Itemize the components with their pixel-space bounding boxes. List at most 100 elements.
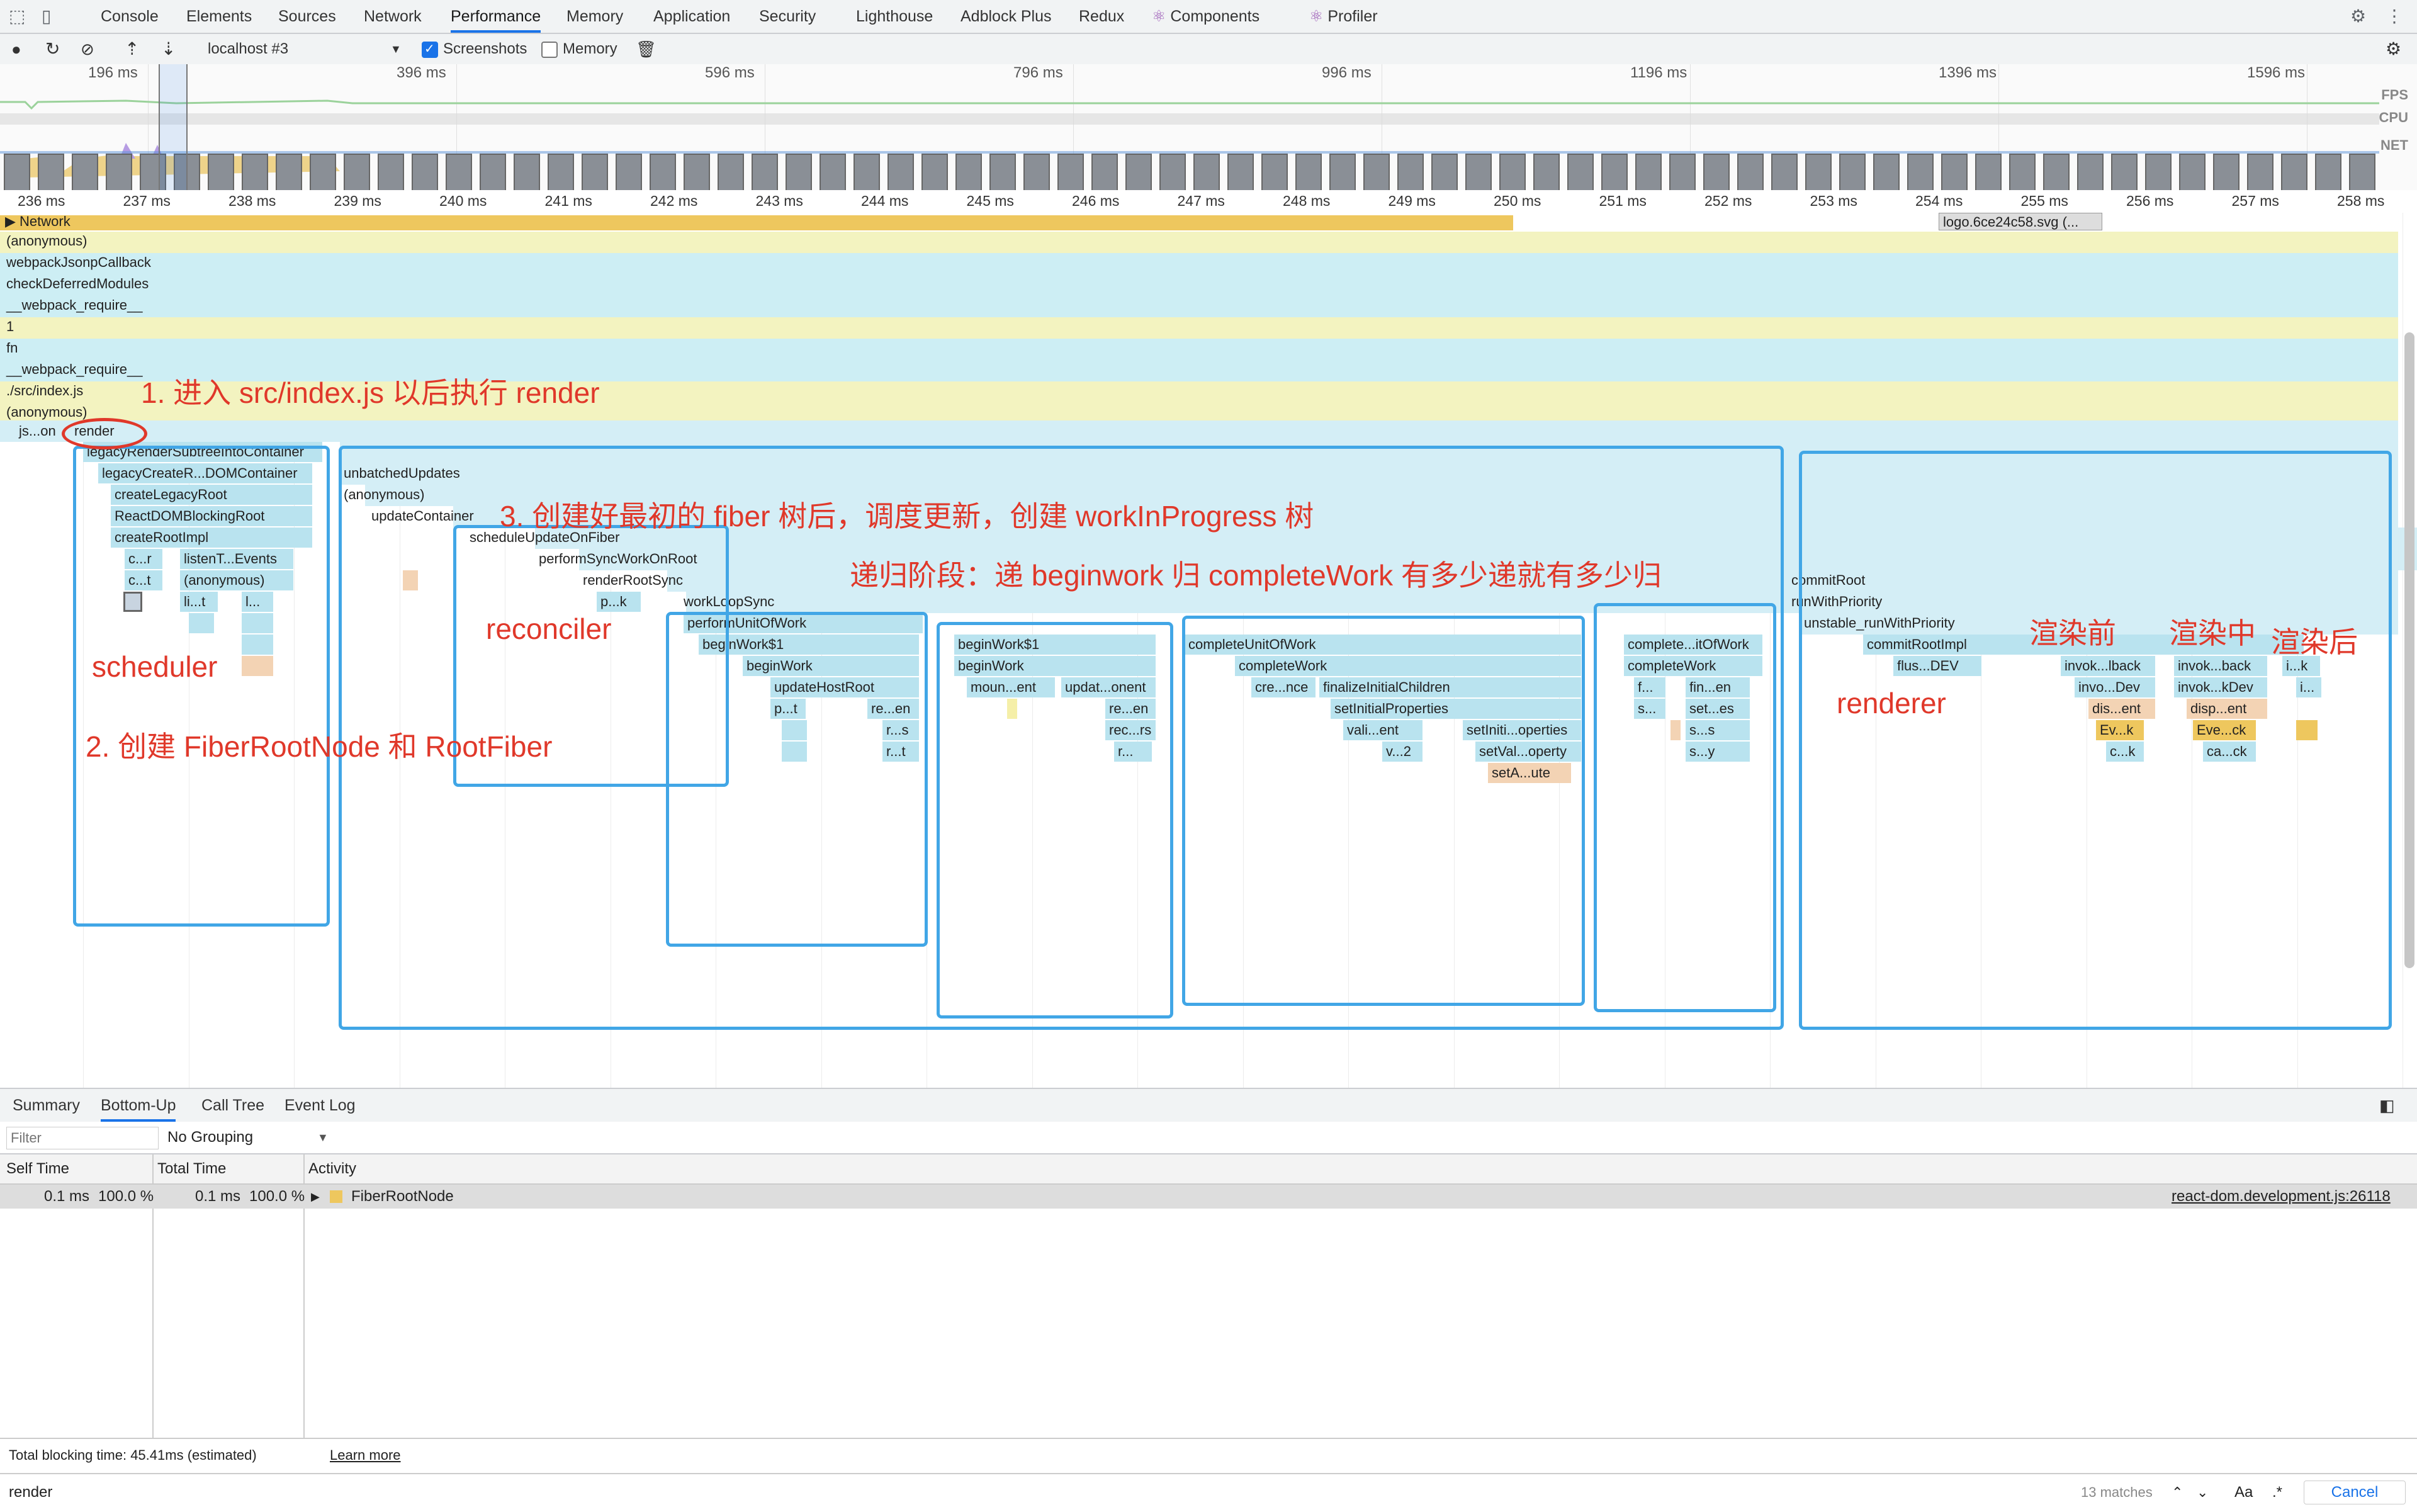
flame-block[interactable]: js...on xyxy=(15,421,65,441)
screenshot-thumbnail[interactable] xyxy=(955,154,982,190)
screenshot-thumbnail[interactable] xyxy=(1737,154,1764,190)
tab-console[interactable]: Console xyxy=(101,0,159,33)
selection-window[interactable] xyxy=(159,64,188,190)
screenshot-thumbnail[interactable] xyxy=(1295,154,1322,190)
screenshot-thumbnail[interactable] xyxy=(1567,154,1594,190)
tab-lighthouse[interactable]: Lighthouse xyxy=(856,0,933,33)
screenshots-checkbox[interactable] xyxy=(422,41,438,58)
screenshot-thumbnail[interactable] xyxy=(38,154,64,190)
tab-sources[interactable]: Sources xyxy=(278,0,336,33)
trash-icon[interactable]: 🗑 xyxy=(636,34,656,64)
screenshot-thumbnail[interactable] xyxy=(1669,154,1696,190)
screenshot-thumbnail[interactable] xyxy=(1635,154,1662,190)
tab-application[interactable]: Application xyxy=(653,0,730,33)
screenshot-thumbnail[interactable] xyxy=(1941,154,1968,190)
column-activity[interactable]: Activity xyxy=(308,1154,356,1183)
more-menu-icon[interactable]: ⋮ xyxy=(2386,0,2403,33)
download-icon[interactable]: ⇣ xyxy=(161,34,176,64)
screenshot-thumbnail[interactable] xyxy=(344,154,370,190)
source-link[interactable]: react-dom.development.js:26118 xyxy=(2172,1185,2391,1209)
screenshot-thumbnail[interactable] xyxy=(242,154,268,190)
flame-row[interactable]: fn xyxy=(0,339,2398,360)
screenshot-thumbnail[interactable] xyxy=(1431,154,1458,190)
screenshot-thumbnail[interactable] xyxy=(887,154,914,190)
screenshot-thumbnail[interactable] xyxy=(1397,154,1424,190)
screenshot-thumbnail[interactable] xyxy=(1023,154,1050,190)
tab-performance[interactable]: Performance xyxy=(451,0,541,33)
reload-icon[interactable]: ↻ xyxy=(45,34,60,64)
screenshot-thumbnail[interactable] xyxy=(72,154,98,190)
cancel-button[interactable]: Cancel xyxy=(2304,1481,2406,1504)
target-select[interactable]: localhost #3 xyxy=(208,34,288,64)
inspect-element-icon[interactable]: ⬚ xyxy=(9,0,25,33)
screenshot-thumbnail[interactable] xyxy=(2077,154,2104,190)
screenshot-thumbnail[interactable] xyxy=(4,154,30,190)
tab-event-log[interactable]: Event Log xyxy=(285,1089,356,1122)
record-icon[interactable]: ● xyxy=(11,34,21,64)
tab-components[interactable]: ⚛ Components xyxy=(1152,0,1259,33)
screenshot-thumbnail[interactable] xyxy=(2043,154,2070,190)
tab-bottom-up[interactable]: Bottom-Up xyxy=(101,1089,176,1122)
tab-redux[interactable]: Redux xyxy=(1079,0,1124,33)
flame-scrollbar[interactable] xyxy=(2404,332,2414,968)
chevron-up-icon[interactable]: ⌃ xyxy=(2172,1474,2183,1511)
screenshot-thumbnail[interactable] xyxy=(1873,154,1900,190)
network-item[interactable]: logo.6ce24c58.svg (... xyxy=(1939,213,2102,230)
learn-more-link[interactable]: Learn more xyxy=(330,1439,401,1472)
screenshot-thumbnail[interactable] xyxy=(786,154,812,190)
flame-row[interactable]: checkDeferredModules xyxy=(0,274,2398,296)
tab-elements[interactable]: Elements xyxy=(186,0,252,33)
screenshot-thumbnail[interactable] xyxy=(684,154,710,190)
grouping-select[interactable]: No Grouping xyxy=(167,1122,253,1153)
screenshot-thumbnail[interactable] xyxy=(1057,154,1084,190)
screenshot-thumbnail[interactable] xyxy=(2179,154,2206,190)
screenshot-thumbnail[interactable] xyxy=(752,154,778,190)
chevron-down-icon[interactable]: ⌄ xyxy=(2197,1474,2208,1511)
capture-settings-icon[interactable]: ⚙ xyxy=(2386,34,2401,64)
screenshot-thumbnail[interactable] xyxy=(2349,154,2375,190)
toggle-sidebar-icon[interactable]: ◧ xyxy=(2379,1089,2395,1122)
screenshot-thumbnail[interactable] xyxy=(1261,154,1288,190)
match-case-toggle[interactable]: Aa xyxy=(2234,1474,2253,1511)
screenshot-thumbnail[interactable] xyxy=(921,154,948,190)
screenshot-thumbnail[interactable] xyxy=(989,154,1016,190)
filter-input[interactable] xyxy=(6,1127,159,1149)
screenshot-thumbnail[interactable] xyxy=(1771,154,1798,190)
screenshot-thumbnail[interactable] xyxy=(650,154,676,190)
tab-memory[interactable]: Memory xyxy=(566,0,623,33)
screenshot-thumbnail[interactable] xyxy=(1125,154,1152,190)
screenshot-thumbnail[interactable] xyxy=(276,154,302,190)
chevron-down-icon[interactable]: ▼ xyxy=(390,34,402,64)
screenshot-thumbnail[interactable] xyxy=(1533,154,1560,190)
screenshot-thumbnail[interactable] xyxy=(2213,154,2240,190)
flame-chart[interactable]: ▶ Network logo.6ce24c58.svg (... (anonym… xyxy=(0,213,2417,1088)
screenshot-thumbnail[interactable] xyxy=(1703,154,1730,190)
screenshot-thumbnail[interactable] xyxy=(582,154,608,190)
screenshot-thumbnail[interactable] xyxy=(1839,154,1866,190)
screenshot-thumbnail[interactable] xyxy=(548,154,574,190)
expand-arrow-icon[interactable]: ▶ xyxy=(311,1185,320,1209)
screenshot-thumbnail[interactable] xyxy=(1193,154,1220,190)
clear-icon[interactable]: ⊘ xyxy=(81,34,94,64)
device-toggle-icon[interactable]: ▯ xyxy=(42,0,51,33)
screenshot-thumbnail[interactable] xyxy=(616,154,642,190)
network-track[interactable]: ▶ Network logo.6ce24c58.svg (... xyxy=(0,213,2398,232)
gear-icon[interactable]: ⚙ xyxy=(2350,0,2366,33)
tab-network[interactable]: Network xyxy=(364,0,422,33)
screenshot-thumbnail[interactable] xyxy=(378,154,404,190)
regex-toggle[interactable]: .* xyxy=(2272,1474,2282,1511)
screenshot-thumbnail[interactable] xyxy=(718,154,744,190)
screenshot-thumbnail[interactable] xyxy=(1329,154,1356,190)
screenshot-thumbnail[interactable] xyxy=(2111,154,2138,190)
screenshot-thumbnail[interactable] xyxy=(514,154,540,190)
search-input[interactable]: render xyxy=(9,1474,52,1511)
timeline-overview[interactable]: 196 ms 396 ms 596 ms 796 ms 996 ms 1196 ms 139… xyxy=(0,64,2417,191)
column-self-time[interactable]: Self Time xyxy=(6,1154,69,1183)
screenshot-thumbnail[interactable] xyxy=(2009,154,2036,190)
screenshot-thumbnail[interactable] xyxy=(2315,154,2341,190)
memory-checkbox[interactable] xyxy=(541,42,558,58)
tab-profiler[interactable]: ⚛ Profiler xyxy=(1309,0,1378,33)
screenshot-thumbnail[interactable] xyxy=(1601,154,1628,190)
upload-icon[interactable]: ⇡ xyxy=(125,34,139,64)
screenshot-thumbnail[interactable] xyxy=(1363,154,1390,190)
